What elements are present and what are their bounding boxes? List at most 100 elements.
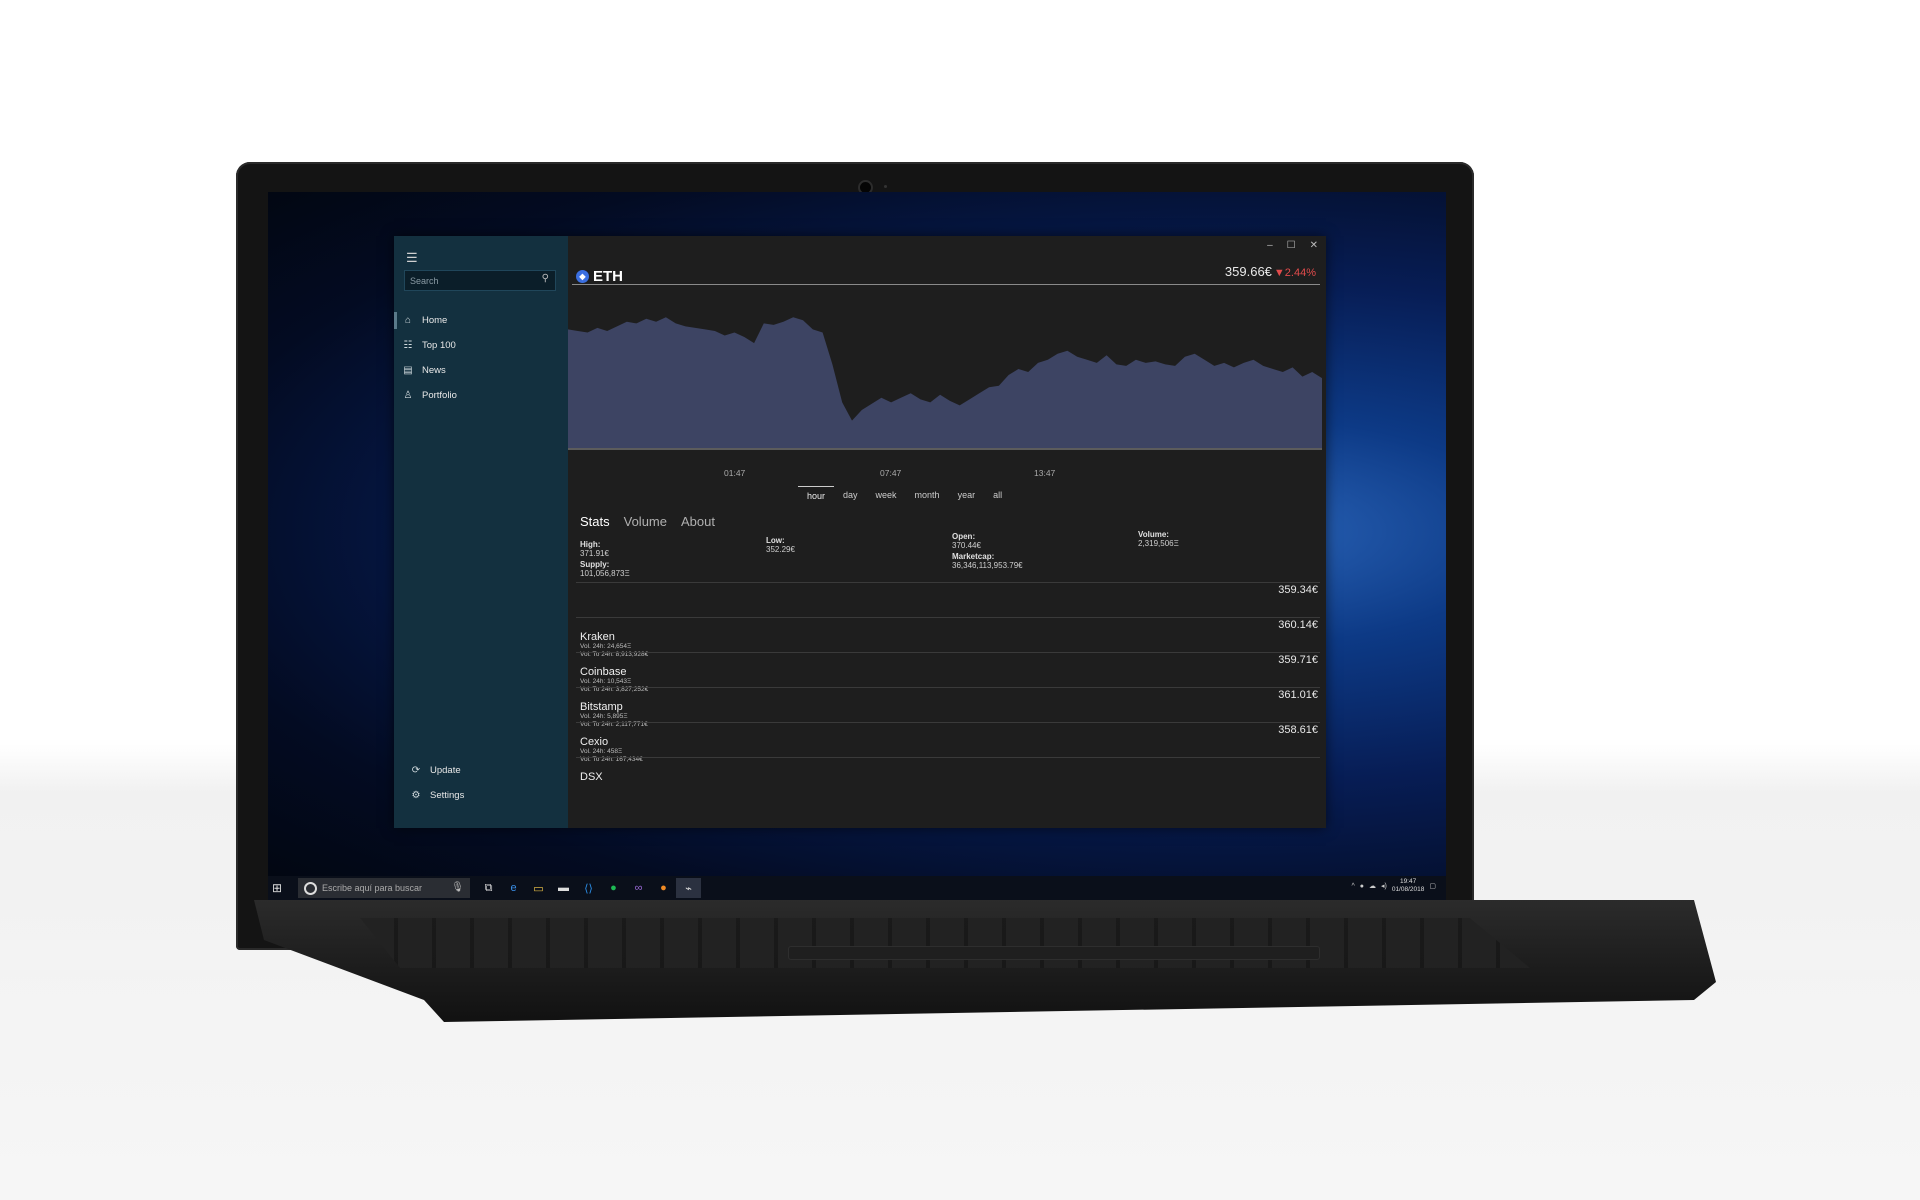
search-icon[interactable]: ⚲ — [542, 273, 549, 284]
desktop-screen: ☰ ⚲ ⌂ Home ☷ Top 100 ▤ News ♙ — [268, 192, 1446, 900]
maximize-icon[interactable]: ☐ — [1287, 240, 1296, 251]
volume-24h: Vol. 24h: 24,654Ξ — [580, 643, 632, 650]
stat-low: Low: 352.29€ — [766, 536, 795, 554]
x-tick-label: 13:47 — [1034, 468, 1056, 478]
list-item[interactable]: Cexio Vol. 24h: 458Ξ Vol. To 24h: 167,434… — [576, 722, 1320, 763]
tab-about[interactable]: About — [681, 514, 715, 529]
minimize-icon[interactable]: – — [1267, 240, 1273, 251]
file-explorer-icon[interactable]: ▭ — [526, 878, 551, 898]
notifications-icon[interactable]: ▢ — [1429, 882, 1436, 890]
nav-item-top100[interactable]: ☷ Top 100 — [394, 333, 568, 358]
nav-item-label: News — [422, 365, 446, 376]
nav-item-update[interactable]: ⟳ Update — [402, 758, 464, 783]
chevron-up-icon[interactable]: ^ — [1351, 883, 1354, 890]
coin-header: ◆ ETH — [576, 268, 623, 285]
nav-item-portfolio[interactable]: ♙ Portfolio — [394, 383, 568, 408]
window-controls: – ☐ ✕ — [1267, 240, 1318, 251]
coin-symbol: ETH — [593, 268, 623, 285]
nav-item-label: Settings — [430, 790, 465, 801]
list-item[interactable]: Coinbase Vol. 24h: 10,543Ξ Vol. To 24h: 3… — [576, 652, 1320, 693]
edge-icon[interactable]: e — [501, 878, 526, 898]
range-day[interactable]: day — [834, 486, 867, 505]
nav-item-label: Update — [430, 765, 461, 776]
nav-bottom: ⟳ Update ⚙ Settings — [402, 758, 465, 808]
tab-volume[interactable]: Volume — [624, 514, 667, 529]
ethereum-icon: ◆ — [576, 270, 589, 283]
task-view-icon[interactable]: ⧉ — [476, 878, 501, 898]
range-month[interactable]: month — [906, 486, 949, 505]
visual-studio-icon[interactable]: ∞ — [626, 878, 651, 898]
stat-volume: Volume: 2,319,506Ξ — [1138, 530, 1179, 548]
taskbar-search-placeholder: Escribe aquí para buscar — [322, 883, 423, 893]
firefox-icon[interactable]: ● — [651, 878, 676, 898]
tab-stats[interactable]: Stats — [580, 514, 610, 529]
trackpad — [788, 946, 1320, 960]
price-chart-svg — [568, 317, 1322, 450]
list-item[interactable]: DSX — [576, 757, 1320, 783]
refresh-icon: ⟳ — [411, 765, 421, 776]
nav-item-home[interactable]: ⌂ Home — [394, 308, 568, 333]
network-icon[interactable]: ☁ — [1369, 882, 1376, 890]
range-all[interactable]: all — [984, 486, 1011, 505]
news-icon: ▤ — [403, 365, 413, 376]
stat-label: Open: — [952, 532, 976, 541]
hamburger-menu-icon[interactable]: ☰ — [406, 250, 418, 266]
volume-icon[interactable]: ◂) — [1381, 882, 1387, 890]
range-year[interactable]: year — [949, 486, 985, 505]
clock-time: 19:47 — [1399, 878, 1417, 885]
person-icon: ♙ — [403, 390, 413, 401]
nav-item-label: Portfolio — [422, 390, 457, 401]
exchange-name: DSX — [580, 771, 603, 783]
stat-value: 371.91€ — [580, 549, 609, 558]
x-tick-label: 01:47 — [724, 468, 746, 478]
range-selector: hour day week month year all — [798, 486, 1011, 505]
crypto-app-window: ☰ ⚲ ⌂ Home ☷ Top 100 ▤ News ♙ — [394, 236, 1326, 828]
exchange-price: 358.61€ — [1278, 724, 1318, 736]
exchange-name: Kraken — [580, 631, 615, 643]
list-item[interactable]: Bitstamp Vol. 24h: 5,895Ξ Vol. To 24h: 2,… — [576, 687, 1320, 728]
nav-list: ⌂ Home ☷ Top 100 ▤ News ♙ Portfolio — [394, 308, 568, 408]
stat-label: Volume: — [1138, 530, 1169, 539]
exchange-price: 361.01€ — [1278, 689, 1318, 701]
coin-price-box: 359.66€ ▼2.44% — [1225, 264, 1316, 279]
exchange-price: 359.71€ — [1278, 654, 1318, 666]
tray-app-icon[interactable]: ● — [1360, 883, 1364, 890]
exchange-price: 359.34€ — [1278, 584, 1318, 596]
clock-date: 01/08/2018 — [1391, 886, 1425, 893]
exchange-name: Bitstamp — [580, 701, 623, 713]
cortana-icon — [304, 881, 317, 895]
volume-24h: Vol. 24h: 458Ξ — [580, 748, 623, 755]
stat-value: 370.44€ — [952, 541, 981, 550]
windows-start-icon[interactable]: ⊞ — [272, 881, 282, 895]
exchange-list: 359.34€ Kraken Vol. 24h: 24,654Ξ Vol. To … — [576, 582, 1320, 783]
list-item[interactable]: 359.34€ — [576, 582, 1320, 617]
nav-item-label: Top 100 — [422, 340, 456, 351]
crypto-app-taskbar-icon[interactable]: ⌁ — [676, 878, 701, 898]
taskbar-search[interactable]: Escribe aquí para buscar 🎙 — [298, 878, 470, 898]
close-icon[interactable]: ✕ — [1310, 240, 1318, 251]
search-input[interactable] — [405, 272, 528, 290]
stat-supply: Supply: 101,056,873Ξ — [580, 560, 630, 578]
list-icon: ☷ — [403, 340, 413, 351]
stat-label: Supply: — [580, 560, 610, 569]
nav-item-settings[interactable]: ⚙ Settings — [402, 783, 465, 808]
stat-high: High: 371.91€ — [580, 540, 609, 558]
nav-item-news[interactable]: ▤ News — [394, 358, 568, 383]
range-week[interactable]: week — [867, 486, 906, 505]
exchange-name: Cexio — [580, 736, 609, 748]
stat-open: Open: 370.44€ — [952, 532, 981, 550]
taskbar-apps: ⧉ e ▭ ▬ ⟨⟩ ● ∞ ● ⌁ — [476, 878, 701, 898]
range-hour[interactable]: hour — [798, 486, 835, 505]
stat-label: High: — [580, 540, 601, 549]
clock[interactable]: 19:47 01/08/2018 — [1392, 878, 1425, 894]
list-item[interactable]: Kraken Vol. 24h: 24,654Ξ Vol. To 24h: 8,9… — [576, 617, 1320, 658]
vscode-icon[interactable]: ⟨⟩ — [576, 878, 601, 898]
stat-value: 36,346,113,953.79€ — [952, 561, 1023, 570]
exchange-name: Coinbase — [580, 666, 627, 678]
terminal-icon[interactable]: ▬ — [551, 878, 576, 898]
microphone-icon[interactable]: 🎙 — [451, 882, 464, 893]
keyboard — [360, 918, 1530, 968]
stat-label: Marketcap: — [952, 552, 995, 561]
coin-price: 359.66€ — [1224, 264, 1272, 279]
spotify-icon[interactable]: ● — [601, 878, 626, 898]
